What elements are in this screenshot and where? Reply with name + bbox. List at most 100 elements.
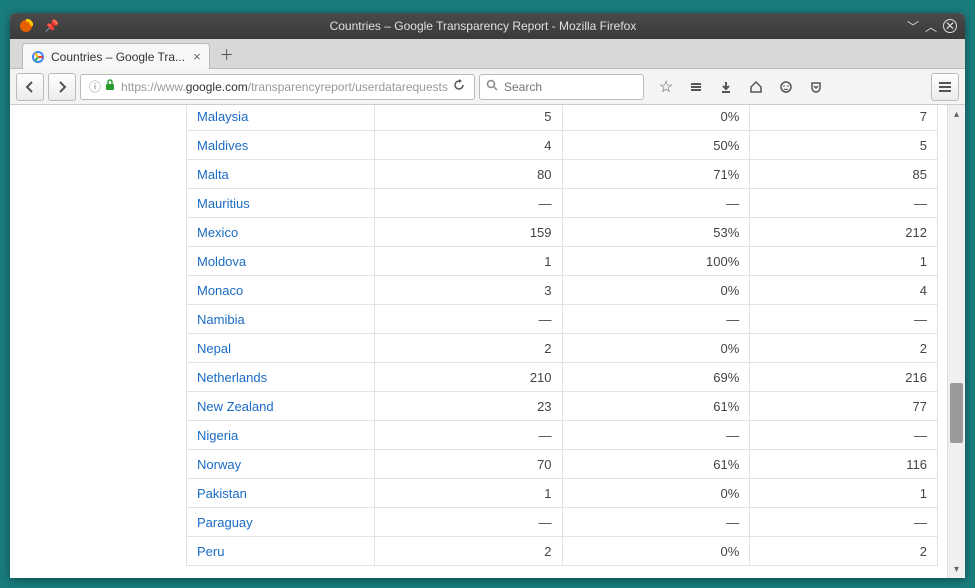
accounts-cell: 216 [750,363,938,392]
reading-list-button[interactable] [682,73,710,101]
accounts-cell: — [750,508,938,537]
country-cell: Malaysia [187,105,375,131]
accounts-cell: 85 [750,160,938,189]
window-titlebar: 📌 Countries – Google Transparency Report… [10,13,965,39]
table-row: Norway7061%116 [187,450,938,479]
table-row: Malta8071%85 [187,160,938,189]
country-link[interactable]: Malaysia [197,109,248,124]
table-row: Peru 20%2 [187,537,938,566]
percent-cell: — [562,189,750,218]
accounts-cell: 77 [750,392,938,421]
requests-cell: 3 [374,276,562,305]
scroll-track[interactable] [948,123,965,560]
window-close-button[interactable]: ✕ [943,19,957,33]
country-cell: Namibia [187,305,375,334]
window-maximize-button[interactable]: ︿ [925,18,937,35]
url-text: https://www.google.com/transparencyrepor… [121,80,448,94]
search-input[interactable] [504,80,637,94]
table-row: Paraguay——— [187,508,938,537]
country-link[interactable]: Norway [197,457,241,472]
country-cell: Nepal [187,334,375,363]
country-cell: Paraguay [187,508,375,537]
scroll-down-button[interactable]: ▾ [948,560,965,578]
country-link[interactable]: Peru [197,544,224,559]
new-tab-button[interactable]: ＋ [214,44,240,66]
country-link[interactable]: Namibia [197,312,245,327]
percent-cell: 100% [562,247,750,276]
accounts-cell: 1 [750,247,938,276]
country-link[interactable]: Pakistan [197,486,247,501]
scroll-up-button[interactable]: ▴ [948,105,965,123]
requests-cell: 2 [374,537,562,566]
table-row: Nigeria——— [187,421,938,450]
percent-cell: 61% [562,392,750,421]
chat-button[interactable] [772,73,800,101]
requests-cell: 4 [374,131,562,160]
country-cell: Mexico [187,218,375,247]
accounts-cell: 5 [750,131,938,160]
percent-cell: 61% [562,450,750,479]
downloads-button[interactable] [712,73,740,101]
browser-window: 📌 Countries – Google Transparency Report… [10,13,965,578]
country-link[interactable]: Moldova [197,254,246,269]
accounts-cell: 1 [750,479,938,508]
country-cell: Netherlands [187,363,375,392]
menu-button[interactable] [931,73,959,101]
country-link[interactable]: Paraguay [197,515,253,530]
search-icon [486,79,498,94]
pocket-button[interactable] [802,73,830,101]
percent-cell: 0% [562,334,750,363]
percent-cell: — [562,421,750,450]
country-link[interactable]: Nigeria [197,428,238,443]
accounts-cell: 2 [750,537,938,566]
reload-button[interactable] [448,78,470,95]
country-link[interactable]: New Zealand [197,399,274,414]
country-link[interactable]: Mauritius [197,196,250,211]
percent-cell: 0% [562,105,750,131]
table-row: Netherlands21069%216 [187,363,938,392]
country-link[interactable]: Netherlands [197,370,267,385]
scroll-thumb[interactable] [950,383,963,443]
requests-cell: — [374,508,562,537]
country-cell: Mauritius [187,189,375,218]
country-cell: Monaco [187,276,375,305]
search-bar[interactable] [479,74,644,100]
requests-cell: 1 [374,479,562,508]
requests-cell: — [374,189,562,218]
country-link[interactable]: Nepal [197,341,231,356]
country-cell: Malta [187,160,375,189]
lock-icon [105,79,115,94]
back-button[interactable] [16,73,44,101]
country-cell: Norway [187,450,375,479]
pin-icon[interactable]: 📌 [44,19,59,33]
country-link[interactable]: Monaco [197,283,243,298]
table-row: Mexico15953%212 [187,218,938,247]
page-content[interactable]: Malaysia50%7Maldives450%5Malta8071%85Mau… [10,105,947,578]
percent-cell: 0% [562,276,750,305]
country-link[interactable]: Mexico [197,225,238,240]
country-cell: Peru [187,537,375,566]
percent-cell: 69% [562,363,750,392]
google-favicon-icon [31,50,45,64]
accounts-cell: — [750,189,938,218]
requests-cell: 5 [374,105,562,131]
bookmark-star-button[interactable]: ☆ [652,73,680,101]
table-row: Namibia——— [187,305,938,334]
percent-cell: — [562,508,750,537]
percent-cell: 53% [562,218,750,247]
requests-cell: — [374,421,562,450]
country-link[interactable]: Maldives [197,138,248,153]
window-minimize-button[interactable]: ﹀ [907,18,919,35]
accounts-cell: — [750,305,938,334]
home-button[interactable] [742,73,770,101]
percent-cell: 0% [562,537,750,566]
forward-button[interactable] [48,73,76,101]
table-row: Nepal20%2 [187,334,938,363]
browser-tab[interactable]: Countries – Google Tra... × [22,43,210,69]
vertical-scrollbar[interactable]: ▴ ▾ [947,105,965,578]
site-info-icon[interactable]: ⓘ [89,78,101,95]
firefox-icon [18,18,34,34]
tab-close-button[interactable]: × [193,49,201,64]
country-link[interactable]: Malta [197,167,229,182]
url-bar[interactable]: ⓘ https://www.google.com/transparencyrep… [80,74,475,100]
